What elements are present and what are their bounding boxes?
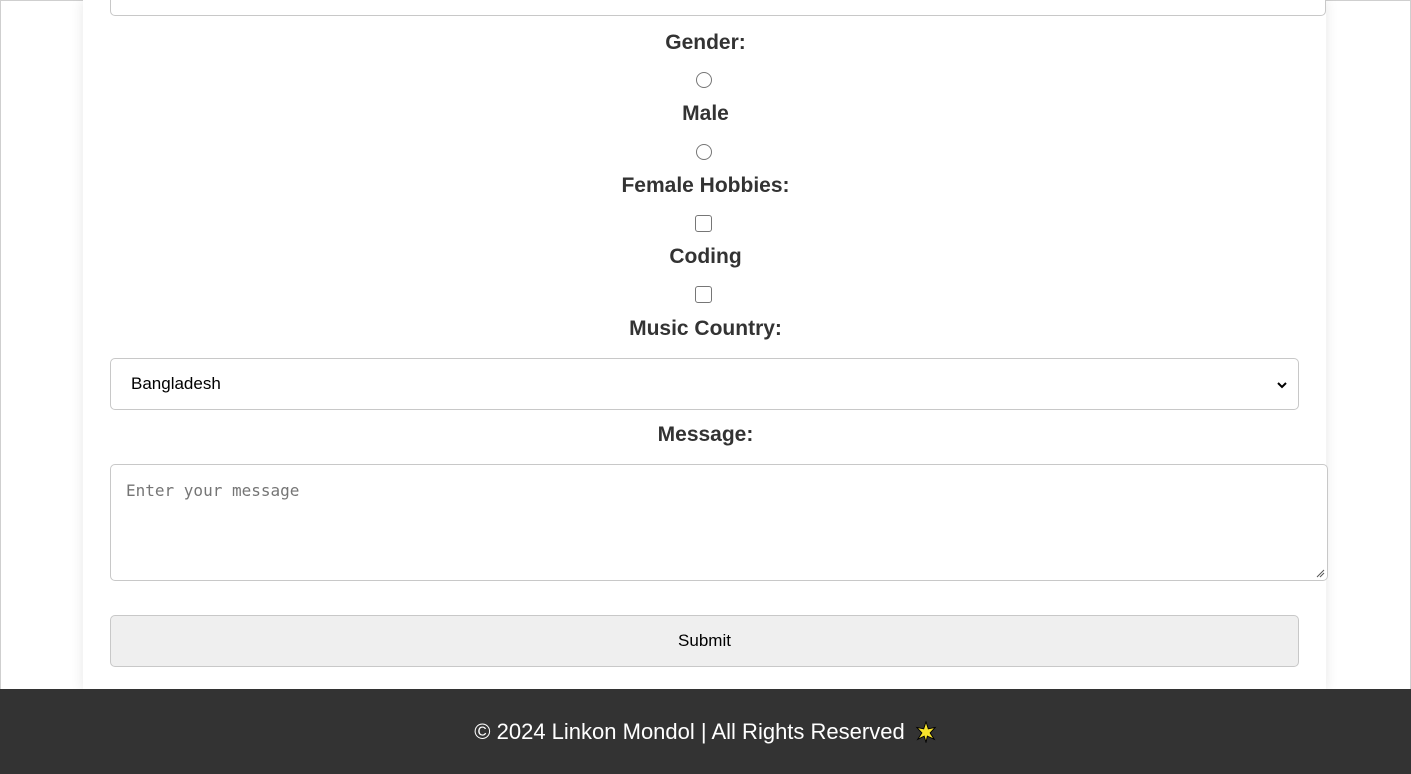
message-label: Message: (657, 423, 754, 446)
female-radio[interactable] (696, 144, 712, 160)
message-textarea[interactable]: Enter your message (110, 464, 1328, 581)
footer-text: © 2024 Linkon Mondol | All Rights Reserv… (474, 718, 905, 744)
music-checkbox[interactable] (695, 286, 712, 303)
coding-label: Coding (669, 245, 742, 268)
footer: © 2024 Linkon Mondol | All Rights Reserv… (0, 689, 1411, 774)
male-radio[interactable] (696, 72, 712, 88)
chevron-down-icon (1277, 382, 1287, 389)
coding-checkbox[interactable] (695, 215, 712, 232)
message-placeholder: Enter your message (126, 481, 300, 500)
female-hobbies-label: Female Hobbies: (621, 174, 790, 197)
country-select-value: Bangladesh (131, 374, 221, 393)
gender-label: Gender: (665, 31, 746, 54)
resize-handle-icon[interactable] (1315, 568, 1325, 578)
star-icon (915, 720, 937, 743)
text-input-partial[interactable] (110, 0, 1326, 16)
male-label: Male (682, 102, 729, 125)
country-select[interactable]: Bangladesh (110, 358, 1299, 410)
submit-button[interactable]: Submit (110, 615, 1299, 667)
music-country-label: Music Country: (629, 317, 782, 340)
